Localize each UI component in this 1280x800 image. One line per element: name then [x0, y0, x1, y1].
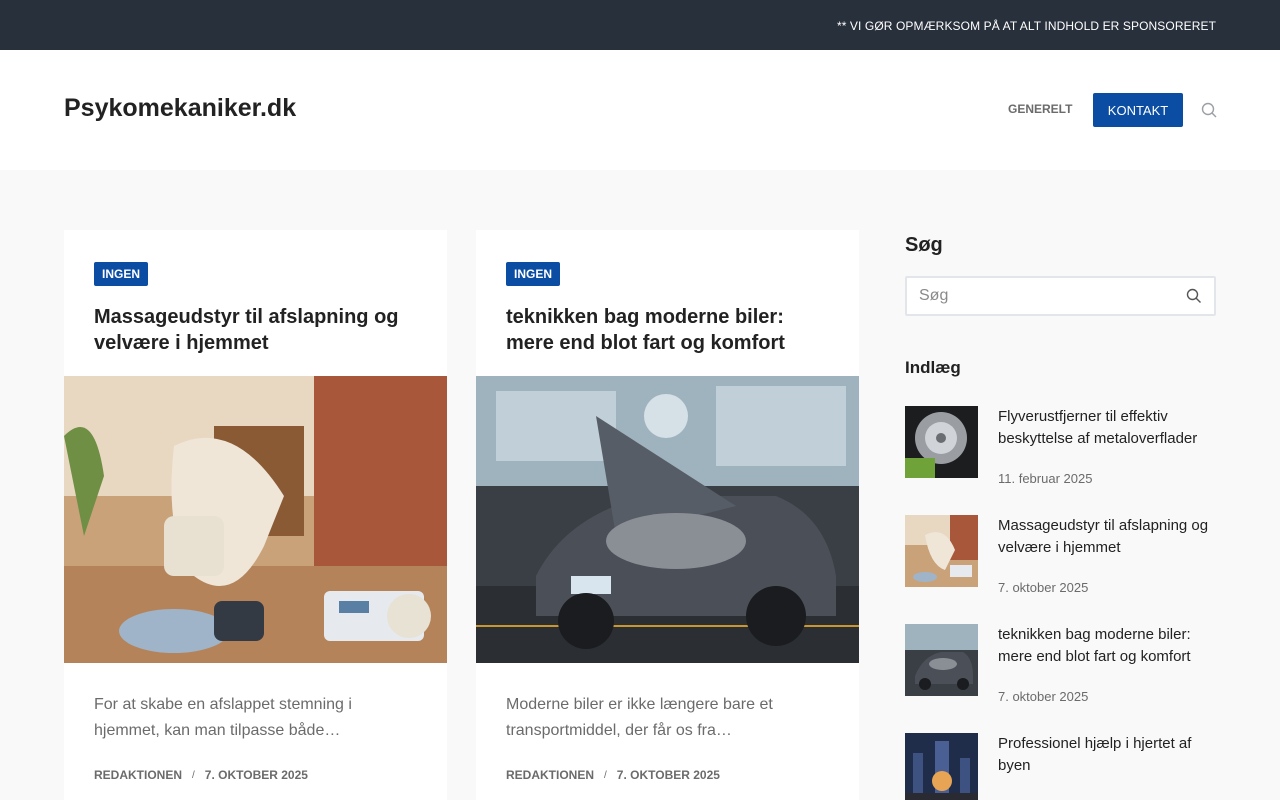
post-card: INGEN teknikken bag moderne biler: mere …	[476, 230, 859, 800]
post-thumbnail[interactable]	[905, 406, 978, 478]
search-icon[interactable]	[1201, 102, 1218, 119]
card-excerpt: For at skabe en afslappet stemning i hje…	[94, 696, 352, 739]
search-input[interactable]	[919, 278, 1179, 314]
post-date: 7. OKTOBER 2025	[616, 768, 720, 782]
sidebar-posts-heading: Indlæg	[905, 358, 961, 377]
meta-separator: /	[604, 769, 607, 781]
card-image-car[interactable]	[476, 376, 859, 663]
card-excerpt: Moderne biler er ikke længere bare et tr…	[506, 696, 773, 739]
nav-item-generelt[interactable]: GENERELT	[1008, 102, 1072, 116]
card-title[interactable]: teknikken bag moderne biler: mere end bl…	[506, 304, 836, 356]
post-title[interactable]: Flyverustfjerner til effektiv beskyttels…	[998, 406, 1213, 450]
post-thumbnail[interactable]	[905, 733, 978, 800]
post-title[interactable]: Massageudstyr til afslapning og velvære …	[998, 515, 1213, 559]
site-header: Psykomekaniker.dk GENERELT KONTAKT	[0, 50, 1280, 170]
post-title[interactable]: teknikken bag moderne biler: mere end bl…	[998, 624, 1213, 668]
sidebar-search-box	[905, 276, 1216, 316]
nav-item-kontakt[interactable]: KONTAKT	[1093, 93, 1183, 127]
post-thumbnail[interactable]	[905, 624, 978, 696]
post-date: 7. OKTOBER 2025	[204, 768, 308, 782]
post-thumbnail[interactable]	[905, 515, 978, 587]
card-title[interactable]: Massageudstyr til afslapning og velvære …	[94, 304, 424, 356]
author-link[interactable]: REDAKTIONEN	[94, 768, 182, 782]
sponsored-notice: ** VI GØR OPMÆRKSOM PÅ AT ALT INDHOLD ER…	[836, 19, 1216, 33]
site-title[interactable]: Psykomekaniker.dk	[64, 94, 296, 123]
post-title[interactable]: Professionel hjælp i hjertet af byen	[998, 733, 1213, 777]
card-meta: REDAKTIONEN / 7. OKTOBER 2025	[506, 768, 720, 782]
post-date: 7. oktober 2025	[998, 689, 1089, 704]
sidebar-search-heading: Søg	[905, 234, 943, 256]
card-image-massage[interactable]	[64, 376, 447, 663]
category-badge[interactable]: INGEN	[506, 262, 561, 286]
post-date: 11. februar 2025	[998, 471, 1093, 486]
post-card: INGEN Massageudstyr til afslapning og ve…	[64, 230, 447, 800]
post-date: 7. oktober 2025	[998, 580, 1089, 595]
search-icon[interactable]	[1186, 288, 1202, 304]
card-meta: REDAKTIONEN / 7. OKTOBER 2025	[94, 768, 308, 782]
meta-separator: /	[192, 769, 195, 781]
category-badge[interactable]: INGEN	[94, 262, 149, 286]
author-link[interactable]: REDAKTIONEN	[506, 768, 594, 782]
top-notice-bar: ** VI GØR OPMÆRKSOM PÅ AT ALT INDHOLD ER…	[0, 0, 1280, 50]
